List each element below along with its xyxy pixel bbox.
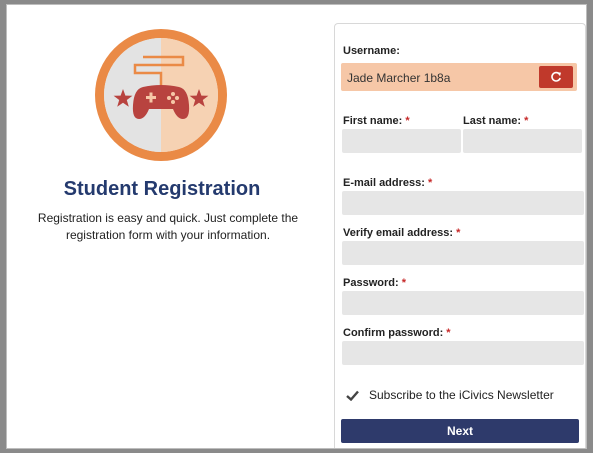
required-mark: * (524, 115, 529, 127)
newsletter-label: Subscribe to the iCivics Newsletter (369, 388, 554, 402)
first-name-label: First name: * (343, 115, 410, 127)
refresh-username-button[interactable] (539, 66, 573, 88)
last-name-label: Last name: * (463, 115, 529, 127)
required-mark: * (401, 277, 406, 289)
last-name-input[interactable] (463, 129, 582, 153)
newsletter-option: Subscribe to the iCivics Newsletter (345, 388, 554, 402)
verify-email-label: Verify email address: * (343, 227, 461, 239)
page-title: Student Registration (63, 178, 261, 200)
first-name-input[interactable] (342, 129, 461, 153)
required-mark: * (427, 177, 433, 189)
info-panel: Student Registration Registration is eas… (7, 5, 331, 448)
registration-form: Username: Jade Marcher 1b8a First name: … (334, 23, 586, 448)
password-input[interactable] (342, 291, 584, 315)
required-mark: * (456, 227, 461, 239)
confirm-password-label: Confirm password: * (343, 327, 451, 339)
required-mark: * (446, 327, 451, 339)
refresh-icon (551, 71, 561, 82)
username-value: Jade Marcher 1b8a (347, 71, 451, 85)
email-input[interactable] (342, 191, 584, 215)
next-button[interactable]: Next (341, 419, 579, 443)
registration-window: Student Registration Registration is eas… (6, 4, 587, 449)
username-label: Username: (343, 45, 400, 57)
email-label: E-mail address: * (343, 177, 433, 189)
verify-email-input[interactable] (342, 241, 584, 265)
required-mark: * (405, 115, 410, 127)
password-label: Password: * (343, 277, 406, 289)
confirm-password-input[interactable] (342, 341, 584, 365)
username-field: Jade Marcher 1b8a (341, 63, 577, 91)
game-controller-logo (93, 27, 229, 163)
newsletter-checkbox[interactable] (345, 388, 359, 402)
page-description: Registration is easy and quick. Just com… (37, 211, 299, 242)
checkmark-icon (345, 390, 359, 401)
